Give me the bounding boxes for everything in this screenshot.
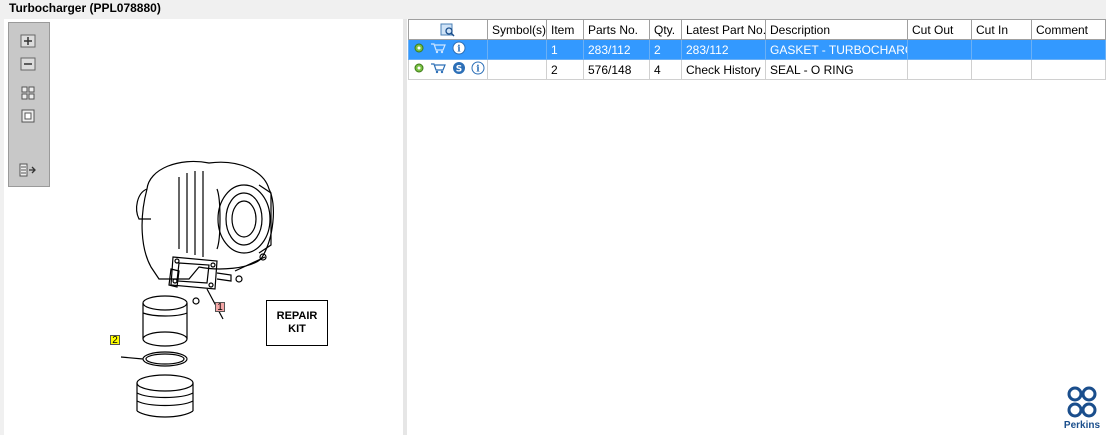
cell-symbols xyxy=(487,59,547,80)
window-title: Turbocharger (PPL078880) xyxy=(9,1,161,15)
column-header-parts-no[interactable]: Parts No. xyxy=(583,19,650,40)
column-header-cut-out[interactable]: Cut Out xyxy=(907,19,972,40)
cell-qty: 2 xyxy=(649,39,682,60)
cart-icon[interactable] xyxy=(430,62,447,77)
cell-item: 1 xyxy=(546,39,584,60)
column-chooser-icon[interactable] xyxy=(440,22,456,37)
callout-1[interactable]: 1 xyxy=(215,302,225,313)
column-header-cut-in[interactable]: Cut In xyxy=(971,19,1032,40)
table-row[interactable]: i 1 283/112 2 283/112 GASKET - TURBOCHAR… xyxy=(408,39,1106,60)
cell-cut-out xyxy=(907,39,972,60)
zoom-out-icon[interactable] xyxy=(19,56,37,72)
service-icon[interactable]: S xyxy=(452,61,466,78)
column-header-latest-part-no[interactable]: Latest Part No. xyxy=(681,19,766,40)
cell-description: SEAL - O RING xyxy=(765,59,908,80)
parts-list-pane: Symbol(s) Item Parts No. Qty. Latest Par… xyxy=(407,19,1106,435)
table-header-row: Symbol(s) Item Parts No. Qty. Latest Par… xyxy=(408,19,1106,40)
cell-latest-part-no: 283/112 xyxy=(681,39,766,60)
gear-icon[interactable] xyxy=(413,42,425,57)
cell-latest-part-no: Check History xyxy=(681,59,766,80)
perkins-logo: Perkins xyxy=(1060,385,1104,433)
title-bar: Turbocharger (PPL078880) xyxy=(0,0,1106,18)
actual-size-icon[interactable] xyxy=(19,108,37,124)
row-actions: S i xyxy=(408,59,488,80)
info-icon[interactable]: i xyxy=(452,41,466,58)
drawing-pane[interactable]: 1 2 REPAIR KIT xyxy=(4,19,403,435)
cell-comment xyxy=(1031,39,1106,60)
cell-comment xyxy=(1031,59,1106,80)
parts-table: Symbol(s) Item Parts No. Qty. Latest Par… xyxy=(408,19,1106,80)
cell-parts-no: 576/148 xyxy=(583,59,650,80)
column-header-actions[interactable] xyxy=(408,19,488,40)
row-actions: i xyxy=(408,39,488,60)
cell-symbols xyxy=(487,39,547,60)
zoom-toolbar xyxy=(8,22,50,187)
export-icon[interactable] xyxy=(19,162,37,178)
svg-text:S: S xyxy=(455,65,461,75)
table-row[interactable]: S i 2 576/148 4 Check History SEAL - O R… xyxy=(408,59,1106,80)
callout-2[interactable]: 2 xyxy=(110,335,120,346)
cell-cut-in xyxy=(971,59,1032,80)
zoom-in-icon[interactable] xyxy=(19,33,37,49)
column-header-item[interactable]: Item xyxy=(546,19,584,40)
column-header-comment[interactable]: Comment xyxy=(1031,19,1106,40)
repair-kit-box[interactable]: REPAIR KIT xyxy=(266,300,328,346)
perkins-logo-icon xyxy=(1067,386,1097,418)
turbocharger-drawing xyxy=(120,160,274,418)
column-header-qty[interactable]: Qty. xyxy=(649,19,682,40)
cell-cut-out xyxy=(907,59,972,80)
info-icon[interactable]: i xyxy=(471,61,485,78)
cart-icon[interactable] xyxy=(430,42,447,57)
gear-icon[interactable] xyxy=(413,62,425,77)
cell-parts-no: 283/112 xyxy=(583,39,650,60)
cell-cut-in xyxy=(971,39,1032,60)
fit-all-icon[interactable] xyxy=(19,85,37,101)
svg-text:i: i xyxy=(476,65,480,75)
cell-description: GASKET - TURBOCHARGER xyxy=(765,39,908,60)
column-header-symbols[interactable]: Symbol(s) xyxy=(487,19,547,40)
cell-qty: 4 xyxy=(649,59,682,80)
cell-item: 2 xyxy=(546,59,584,80)
svg-text:i: i xyxy=(457,45,461,55)
perkins-logo-text: Perkins xyxy=(1063,420,1101,431)
column-header-description[interactable]: Description xyxy=(765,19,908,40)
